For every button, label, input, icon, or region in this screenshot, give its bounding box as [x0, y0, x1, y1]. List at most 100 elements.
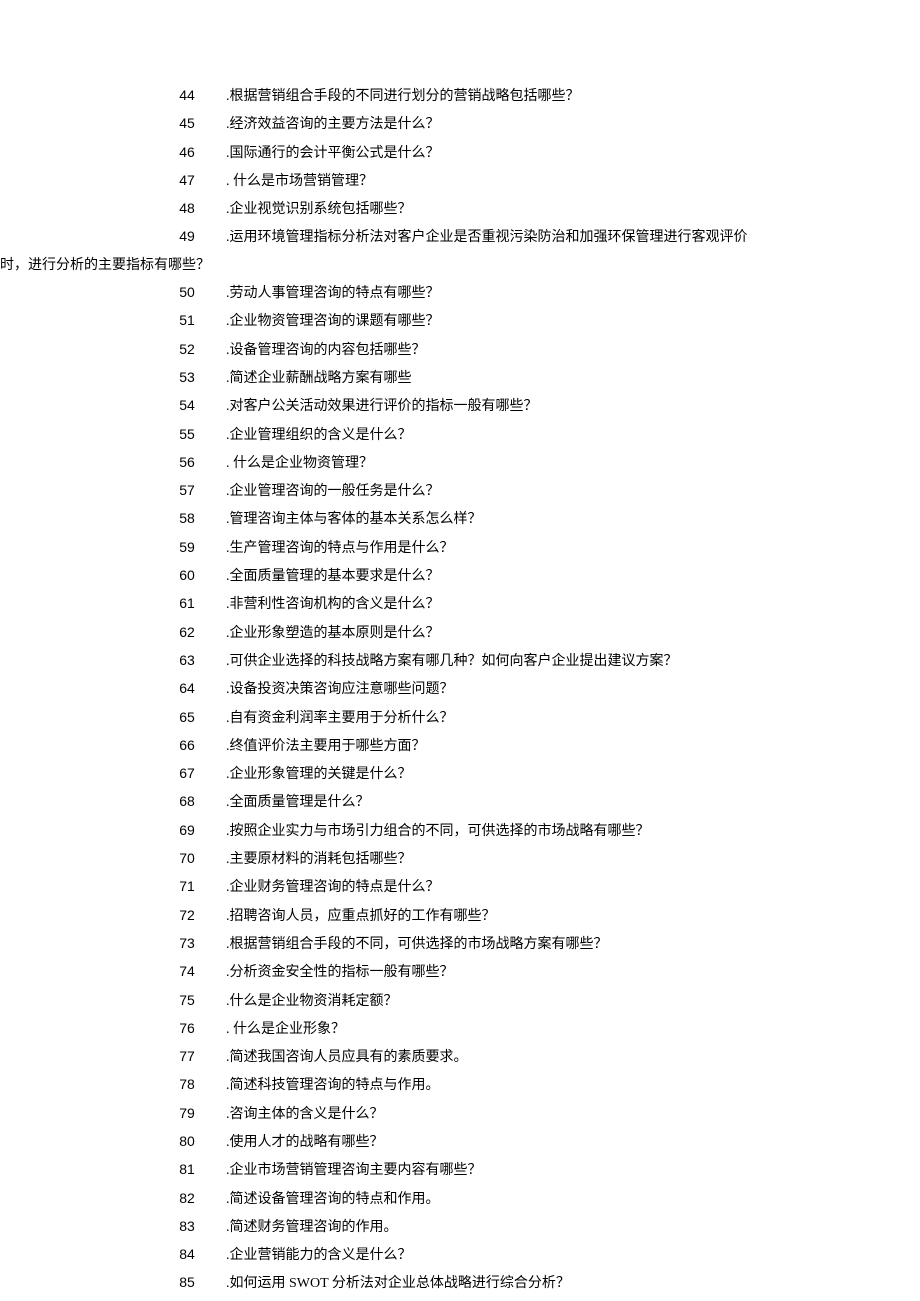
question-text: .运用环境管理指标分析法对客户企业是否重视污染防治和加强环保管理进行客观评价 — [226, 224, 880, 251]
question-text: .企业形象塑造的基本原则是什么？ — [226, 620, 880, 647]
question-number: 66 — [148, 732, 226, 759]
question-number: 47 — [148, 167, 226, 194]
question-number: 79 — [148, 1100, 226, 1127]
question-item: 83.简述财务管理咨询的作用。 — [148, 1213, 880, 1241]
question-item: 61.非营利性咨询机构的含义是什么？ — [148, 590, 880, 618]
question-text: .根据营销组合手段的不同，可供选择的市场战略方案有哪些？ — [226, 931, 880, 958]
question-item: 68.全面质量管理是什么？ — [148, 788, 880, 816]
question-item: 71.企业财务管理咨询的特点是什么？ — [148, 873, 880, 901]
question-text: .非营利性咨询机构的含义是什么？ — [226, 591, 880, 618]
question-text: . 什么是企业物资管理？ — [226, 450, 880, 477]
question-number: 44 — [148, 82, 226, 109]
question-text: .什么是企业物资消耗定额？ — [226, 988, 880, 1015]
question-number: 48 — [148, 195, 226, 222]
question-number: 76 — [148, 1015, 226, 1042]
question-number: 69 — [148, 817, 226, 844]
question-item: 51.企业物资管理咨询的课题有哪些？ — [148, 307, 880, 335]
question-text: .经济效益咨询的主要方法是什么？ — [226, 111, 880, 138]
question-number: 59 — [148, 534, 226, 561]
question-item: 72.招聘咨询人员，应重点抓好的工作有哪些？ — [148, 902, 880, 930]
question-continuation: 时，进行分析的主要指标有哪些？ — [0, 252, 880, 279]
question-text: .国际通行的会计平衡公式是什么？ — [226, 140, 880, 167]
question-text: .全面质量管理是什么？ — [226, 789, 880, 816]
question-text: . 什么是市场营销管理？ — [226, 168, 880, 195]
question-number: 65 — [148, 704, 226, 731]
question-item: 59.生产管理咨询的特点与作用是什么？ — [148, 534, 880, 562]
question-number: 49 — [148, 223, 226, 250]
question-text: .企业管理组织的含义是什么？ — [226, 422, 880, 449]
question-item: 76. 什么是企业形象？ — [148, 1015, 880, 1043]
question-item: 77.简述我国咨询人员应具有的素质要求。 — [148, 1043, 880, 1071]
question-number: 56 — [148, 449, 226, 476]
question-number: 83 — [148, 1213, 226, 1240]
question-text: .可供企业选择的科技战略方案有哪几种？如何向客户企业提出建议方案？ — [226, 648, 880, 675]
question-item: 62.企业形象塑造的基本原则是什么？ — [148, 619, 880, 647]
question-number: 61 — [148, 590, 226, 617]
question-item: 58.管理咨询主体与客体的基本关系怎么样？ — [148, 505, 880, 533]
question-number: 72 — [148, 902, 226, 929]
question-text: .对客户公关活动效果进行评价的指标一般有哪些？ — [226, 393, 880, 420]
question-number: 71 — [148, 873, 226, 900]
question-text: .简述财务管理咨询的作用。 — [226, 1214, 880, 1241]
question-number: 55 — [148, 421, 226, 448]
question-item: 64.设备投资决策咨询应注意哪些问题？ — [148, 675, 880, 703]
question-item: 54.对客户公关活动效果进行评价的指标一般有哪些？ — [148, 392, 880, 420]
question-text: .如何运用 SWOT 分析法对企业总体战略进行综合分析？ — [226, 1270, 880, 1297]
question-item: 47. 什么是市场营销管理？ — [148, 167, 880, 195]
question-item: 73.根据营销组合手段的不同，可供选择的市场战略方案有哪些？ — [148, 930, 880, 958]
question-number: 67 — [148, 760, 226, 787]
question-number: 62 — [148, 619, 226, 646]
question-item: 79.咨询主体的含义是什么？ — [148, 1100, 880, 1128]
question-number: 70 — [148, 845, 226, 872]
question-text: .管理咨询主体与客体的基本关系怎么样？ — [226, 506, 880, 533]
question-number: 54 — [148, 392, 226, 419]
question-number: 68 — [148, 788, 226, 815]
question-number: 73 — [148, 930, 226, 957]
question-item: 45.经济效益咨询的主要方法是什么？ — [148, 110, 880, 138]
question-number: 77 — [148, 1043, 226, 1070]
question-item: 75.什么是企业物资消耗定额？ — [148, 987, 880, 1015]
continuation-text: 进行分析的主要指标有哪些？ — [28, 258, 210, 273]
question-text: .企业市场营销管理咨询主要内容有哪些？ — [226, 1157, 880, 1184]
question-item: 80.使用人才的战略有哪些？ — [148, 1128, 880, 1156]
question-item: 74.分析资金安全性的指标一般有哪些？ — [148, 958, 880, 986]
question-item: 84.企业营销能力的含义是什么？ — [148, 1241, 880, 1269]
question-text: .招聘咨询人员，应重点抓好的工作有哪些？ — [226, 903, 880, 930]
question-number: 80 — [148, 1128, 226, 1155]
question-item: 81.企业市场营销管理咨询主要内容有哪些？ — [148, 1156, 880, 1184]
question-text: .简述科技管理咨询的特点与作用。 — [226, 1072, 880, 1099]
question-text: .主要原材料的消耗包括哪些？ — [226, 846, 880, 873]
question-item: 82.简述设备管理咨询的特点和作用。 — [148, 1185, 880, 1213]
question-number: 78 — [148, 1071, 226, 1098]
question-text: .生产管理咨询的特点与作用是什么？ — [226, 535, 880, 562]
question-item: 50.劳动人事管理咨询的特点有哪些？ — [148, 279, 880, 307]
question-number: 52 — [148, 336, 226, 363]
question-text: .分析资金安全性的指标一般有哪些？ — [226, 959, 880, 986]
question-text: .使用人才的战略有哪些？ — [226, 1129, 880, 1156]
question-item: 69.按照企业实力与市场引力组合的不同，可供选择的市场战略有哪些？ — [148, 817, 880, 845]
question-item: 60.全面质量管理的基本要求是什么？ — [148, 562, 880, 590]
question-text: .企业形象管理的关键是什么？ — [226, 761, 880, 788]
question-text: .企业财务管理咨询的特点是什么？ — [226, 874, 880, 901]
question-number: 51 — [148, 307, 226, 334]
question-text: .企业营销能力的含义是什么？ — [226, 1242, 880, 1269]
question-number: 53 — [148, 364, 226, 391]
continuation-prefix: 时， — [0, 258, 28, 273]
question-number: 46 — [148, 139, 226, 166]
question-item: 78.简述科技管理咨询的特点与作用。 — [148, 1071, 880, 1099]
question-item: 49.运用环境管理指标分析法对客户企业是否重视污染防治和加强环保管理进行客观评价 — [148, 223, 880, 251]
question-item: 56. 什么是企业物资管理？ — [148, 449, 880, 477]
question-item: 66.终值评价法主要用于哪些方面？ — [148, 732, 880, 760]
question-item: 53.简述企业薪酬战略方案有哪些 — [148, 364, 880, 392]
question-number: 50 — [148, 279, 226, 306]
question-text: .全面质量管理的基本要求是什么？ — [226, 563, 880, 590]
question-item: 44.根据营销组合手段的不同进行划分的营销战略包括哪些？ — [148, 82, 880, 110]
question-text: .劳动人事管理咨询的特点有哪些？ — [226, 280, 880, 307]
question-text: .按照企业实力与市场引力组合的不同，可供选择的市场战略有哪些？ — [226, 818, 880, 845]
question-number: 74 — [148, 958, 226, 985]
question-number: 45 — [148, 110, 226, 137]
question-item: 67.企业形象管理的关键是什么？ — [148, 760, 880, 788]
question-item: 85.如何运用 SWOT 分析法对企业总体战略进行综合分析？ — [148, 1269, 880, 1297]
question-text: . 什么是企业形象？ — [226, 1016, 880, 1043]
question-number: 82 — [148, 1185, 226, 1212]
